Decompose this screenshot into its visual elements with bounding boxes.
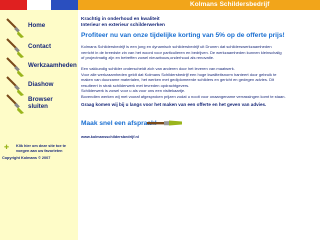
- promo-heading: Profiteer nu van onze tijdelijke korting…: [81, 32, 285, 39]
- paintbrush-icon: [147, 120, 182, 126]
- site-title: Kolmans Schildersbedrijf: [190, 1, 270, 8]
- paintbrush-icon: [6, 94, 24, 114]
- flag-stripe-blue: [51, 0, 78, 10]
- nav-browser-sluiten[interactable]: Browser sluiten: [0, 92, 78, 118]
- brand-banner: Kolmans Schildersbedrijf: [78, 0, 320, 10]
- nav-browser-sluiten-label-line1: Browser: [28, 96, 53, 103]
- main-content: Krachtig in onderhoud en kwaliteit Inter…: [81, 10, 316, 240]
- headline-2: Interieur en exterieur schilderwerken: [81, 23, 165, 28]
- nav-home-label: Home: [28, 22, 46, 29]
- nav-diashow-label: Diashow: [28, 81, 54, 88]
- website-link[interactable]: www.kolmansschildersbedrijf.nl: [81, 135, 139, 139]
- nav-browser-sluiten-label-line2: sluiten: [28, 103, 48, 110]
- closing-line: Graag komen wij bij u langs voor het mak…: [81, 102, 267, 107]
- add-favorites-link[interactable]: Klik hier om deze site toe te voegen aan…: [16, 144, 72, 154]
- add-favorites-line2: voegen aan uw favorieten: [16, 149, 63, 153]
- bookmark-icon[interactable]: ✚: [4, 145, 9, 151]
- body-line-6: Bovendien werken wij met vooraf afgespro…: [81, 93, 286, 99]
- intro-line-3: of projectmatig zijn en betreffen zowel …: [81, 55, 215, 60]
- top-bar: Kolmans Schildersbedrijf: [0, 0, 320, 10]
- sidebar: Home Contact Werkzaamheden Diashow Brows…: [0, 10, 78, 240]
- appointment-cta: Maak snel een afspraak!: [81, 120, 157, 127]
- flag-stripe-white: [27, 0, 51, 10]
- copyright: Copyright Kolmans © 2007: [2, 156, 51, 160]
- flag-stripe-red: [0, 0, 27, 10]
- nav-werkzaamheden-label: Werkzaamheden: [28, 62, 77, 69]
- nav-contact-label: Contact: [28, 43, 52, 50]
